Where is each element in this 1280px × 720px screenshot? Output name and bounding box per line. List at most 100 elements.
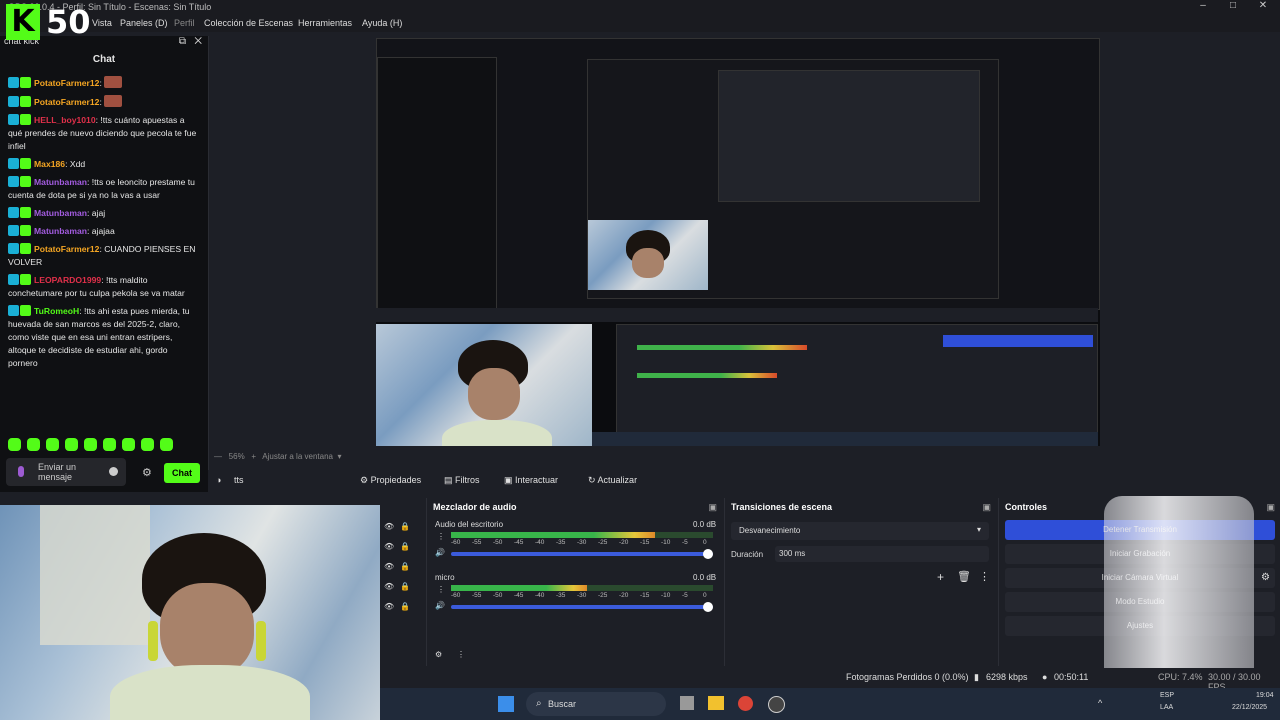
trash-icon[interactable]: 🗑 [957,570,971,583]
chat-message: PotatoFarmer12: [8,76,198,90]
refresh-label: Actualizar [597,475,638,485]
emote-bar[interactable] [8,438,198,452]
refresh-button[interactable]: ↻ Actualizar [588,475,637,486]
dock-float-icon[interactable]: ▣ [1266,502,1275,513]
gear-icon[interactable]: ⚙ [142,466,152,479]
menu-icon[interactable]: ⋮ [979,570,990,583]
badge-icon [8,176,19,187]
task-view-icon[interactable] [680,696,694,710]
float-dock-icon[interactable]: ⧉ [179,36,186,47]
menu-item-herramientas[interactable]: Herramientas [298,18,352,28]
chat-text: ajaj [91,208,106,218]
subscriber-badge-icon [20,243,31,254]
menu-item-ayuda[interactable]: Ayuda (H) [362,18,402,28]
fit-to-window[interactable]: Ajustar a la ventana [262,452,333,461]
meter-scale-label: -45 [514,592,524,599]
menu-item-perfil[interactable]: Perfil [174,18,195,28]
lock-icon[interactable]: 🔒 [400,602,410,611]
chat-username[interactable]: PotatoFarmer12 [34,244,99,254]
mixer-settings-icon[interactable]: ⚙ [435,650,442,659]
transition-select[interactable]: Desvanecimiento ▾ [731,522,989,540]
lock-icon[interactable]: 🔒 [400,582,410,591]
chat-username[interactable]: Matunbaman [34,177,87,187]
volume-knob[interactable] [703,549,713,559]
clock-date[interactable]: 22/12/2025 [1232,704,1267,711]
kick-follower-count: 50 [46,3,91,41]
windows-start-icon[interactable] [498,696,514,712]
menu-item-paneles[interactable]: Paneles (D) [120,18,168,28]
visibility-eye-icon[interactable]: 👁 [384,602,394,611]
chat-username[interactable]: Max186 [34,159,65,169]
gear-icon[interactable]: ⚙ [1261,572,1270,583]
menu-item-coleccion[interactable]: Colección de Escenas [204,18,293,28]
meter-scale-label: -35 [556,539,566,546]
emoji-icon[interactable] [109,467,118,476]
chat-username[interactable]: HELL_boy1010 [34,115,96,125]
chat-message: Max186: Xdd [8,158,198,171]
properties-label: Propiedades [370,475,422,485]
source-toolbar: ◑ tts ⚙ Propiedades ▤ Filtros ▣ Interact… [208,470,1280,492]
lock-icon[interactable]: 🔒 [400,542,410,551]
chat-username[interactable]: Matunbaman [34,226,87,236]
nested-obs-window [376,38,1100,310]
volume-knob[interactable] [703,602,713,612]
duration-spinbox[interactable]: 300 ms [775,546,989,562]
close-icon[interactable]: ✕ [1248,0,1278,16]
lang-top[interactable]: ESP [1160,692,1174,699]
chat-input-placeholder: Enviar un mensaje [38,462,77,482]
meter-scale-label: -10 [661,539,671,546]
meter-scale-label: -20 [619,539,629,546]
minimize-icon[interactable]: – [1188,0,1218,16]
lock-icon[interactable]: 🔒 [400,562,410,571]
nested-preview [587,59,999,299]
taskbar-search[interactable]: ⌕ Buscar [526,692,666,716]
visibility-eye-icon[interactable]: 👁 [384,562,394,571]
channel-menu-icon[interactable]: ⋮ [437,532,445,541]
tray-chevron-icon[interactable]: ^ [1098,698,1102,708]
speaker-icon[interactable]: 🔊 [435,601,445,610]
properties-button[interactable]: ⚙ Propiedades [360,475,421,486]
maximize-icon[interactable]: □ [1218,0,1248,16]
channel-menu-icon[interactable]: ⋮ [437,585,445,594]
visibility-eye-icon[interactable]: 👁 [384,582,394,591]
speaker-icon[interactable]: 🔊 [435,548,445,557]
meter-scale-label: -55 [472,592,482,599]
preview-canvas[interactable] [376,38,1100,446]
chat-text: ajajaa [91,226,115,236]
obs-icon[interactable] [768,696,785,713]
interact-button[interactable]: ▣ Interactuar [504,475,558,486]
microphone-icon [18,466,24,477]
duration-label: Duración [731,550,764,559]
chat-username[interactable]: TuRomeoH [34,306,79,316]
chat-message: LEOPARDO1999: !tts maldito conchetumare … [8,274,198,300]
zoom-out-icon[interactable]: — [214,452,222,461]
clock-time[interactable]: 19:04 [1256,692,1274,699]
chat-message: Matunbaman: !tts oe leoncito prestame tu… [8,176,198,202]
chat-username[interactable]: PotatoFarmer12 [34,97,99,107]
dock-float-icon[interactable]: ▣ [982,502,991,513]
filters-button[interactable]: ▤ Filtros [444,475,480,486]
lock-icon[interactable]: 🔒 [400,522,410,531]
mixer-menu-icon[interactable]: ⋮ [457,650,465,659]
visibility-eye-icon[interactable]: 👁 [384,522,394,531]
chat-username[interactable]: LEOPARDO1999 [34,275,101,285]
audio-mixer-title: Mezclador de audio [433,502,517,512]
chat-username[interactable]: Matunbaman [34,208,87,218]
lang-bottom[interactable]: LAA [1160,704,1173,711]
chat-username[interactable]: PotatoFarmer12 [34,78,99,88]
file-explorer-icon[interactable] [708,696,724,710]
chat-input[interactable]: Enviar un mensaje [6,458,126,486]
add-icon[interactable]: + [937,570,944,584]
close-dock-icon[interactable]: ✕ [194,36,202,47]
visibility-eye-icon[interactable]: 👁 [384,542,394,551]
webcam-feed [0,505,380,720]
nested-docks [616,324,1098,436]
dock-float-icon[interactable]: ▣ [708,502,717,513]
zoom-in-icon[interactable]: + [251,452,256,461]
chevron-down-icon[interactable]: ▾ [337,452,341,461]
chat-send-button[interactable]: Chat [164,463,200,483]
chrome-icon[interactable] [738,696,753,711]
volume-slider[interactable] [451,552,713,556]
volume-slider[interactable] [451,605,713,609]
chat-message-list[interactable]: PotatoFarmer12: PotatoFarmer12: HELL_boy… [8,76,198,375]
